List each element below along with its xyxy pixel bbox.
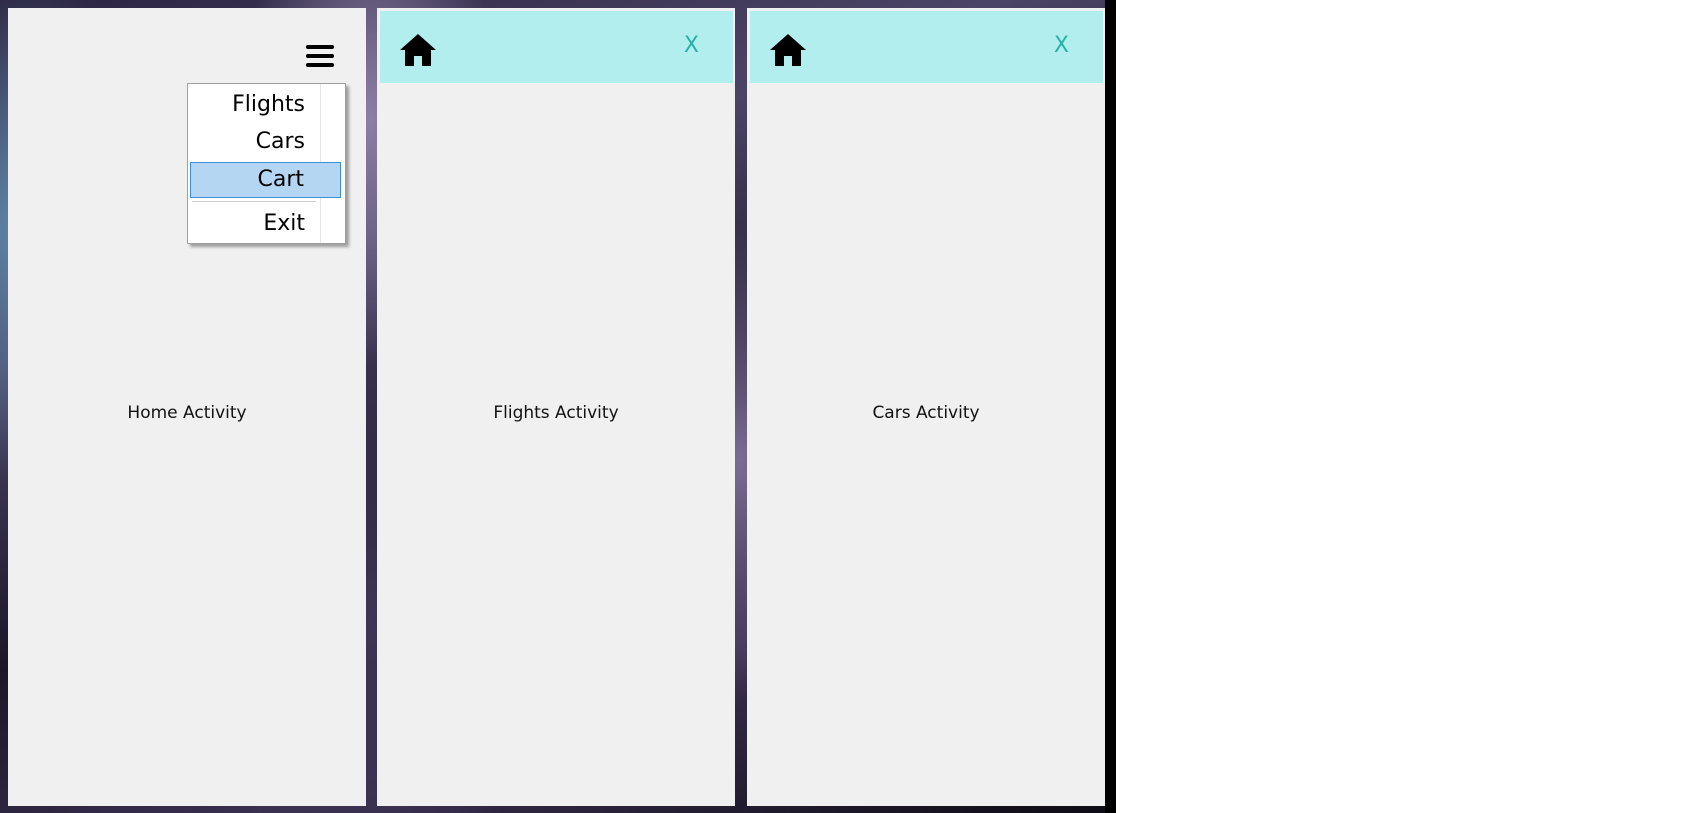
hamburger-menu-icon[interactable] [306,45,334,67]
flights-activity-label: Flights Activity [493,403,619,423]
window-frame-edge [1105,0,1116,813]
home-icon[interactable] [769,33,807,67]
flights-topbar: X [380,11,733,83]
cars-topbar: X [750,11,1103,83]
menu-item-cars[interactable]: Cars [190,124,341,160]
cars-activity-label: Cars Activity [872,403,980,423]
home-icon[interactable] [399,33,437,67]
home-window: Flights Cars Cart Exit Home Activity [8,8,366,806]
home-activity-label: Home Activity [127,403,247,423]
menu-item-flights[interactable]: Flights [190,87,341,123]
cars-window: X Cars Activity [747,8,1105,806]
menu-item-cart[interactable]: Cart [190,162,341,198]
flights-window: X Flights Activity [377,8,735,806]
close-button[interactable]: X [684,33,699,58]
close-button[interactable]: X [1054,33,1069,58]
desktop-background: Flights Cars Cart Exit Home Activity X F… [0,0,1116,813]
menu-item-exit[interactable]: Exit [190,206,341,242]
dropdown-menu: Flights Cars Cart Exit [187,83,346,244]
menu-separator [192,201,316,202]
